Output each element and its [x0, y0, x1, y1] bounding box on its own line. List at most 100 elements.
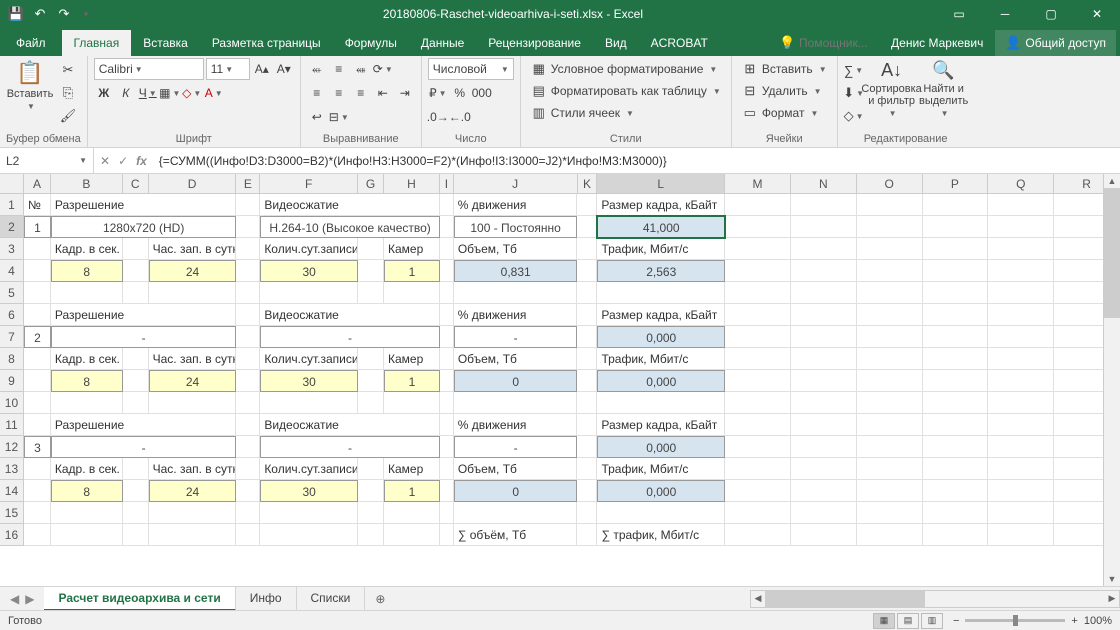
- row-header[interactable]: 7: [0, 326, 24, 348]
- cell[interactable]: [988, 392, 1054, 414]
- cell[interactable]: 2,563: [597, 260, 725, 282]
- cell[interactable]: [236, 458, 260, 480]
- page-break-view-icon[interactable]: ▥: [921, 613, 943, 629]
- col-header[interactable]: M: [725, 174, 791, 193]
- cell[interactable]: [923, 436, 989, 458]
- cell[interactable]: H.264-10 (Высокое качество): [260, 216, 439, 238]
- select-all-corner[interactable]: [0, 174, 24, 194]
- cell[interactable]: [384, 502, 440, 524]
- cell[interactable]: [791, 524, 857, 546]
- cell[interactable]: [791, 502, 857, 524]
- cell[interactable]: [791, 260, 857, 282]
- cell[interactable]: [725, 348, 791, 370]
- cell[interactable]: [988, 370, 1054, 392]
- cell[interactable]: [236, 326, 260, 348]
- cell[interactable]: [791, 216, 857, 238]
- cell[interactable]: -: [454, 326, 578, 348]
- cell[interactable]: [577, 502, 597, 524]
- cell[interactable]: [577, 436, 597, 458]
- cell[interactable]: [988, 348, 1054, 370]
- cell[interactable]: -: [51, 436, 236, 458]
- indent-decrease-icon[interactable]: ⇤: [373, 82, 393, 104]
- tab-data[interactable]: Данные: [409, 30, 476, 56]
- col-header[interactable]: H: [384, 174, 440, 193]
- cell[interactable]: [857, 326, 923, 348]
- cell[interactable]: Час. зап. в сутки: [149, 238, 237, 260]
- cell[interactable]: [988, 524, 1054, 546]
- cell[interactable]: Видеосжатие: [260, 194, 439, 216]
- cell[interactable]: 0,000: [597, 436, 725, 458]
- cell[interactable]: [857, 216, 923, 238]
- row-header[interactable]: 14: [0, 480, 24, 502]
- cell[interactable]: [236, 216, 260, 238]
- cell[interactable]: 1: [384, 260, 440, 282]
- cell[interactable]: [358, 260, 384, 282]
- cell[interactable]: [149, 282, 237, 304]
- cell[interactable]: [51, 502, 123, 524]
- cell[interactable]: 100 - Постоянно: [454, 216, 578, 238]
- enter-icon[interactable]: ✓: [118, 154, 128, 168]
- cell[interactable]: [24, 414, 51, 436]
- cell[interactable]: [923, 502, 989, 524]
- cell[interactable]: [260, 524, 358, 546]
- cell[interactable]: 24: [149, 370, 237, 392]
- indent-increase-icon[interactable]: ⇥: [395, 82, 415, 104]
- font-color-icon[interactable]: A▼: [204, 82, 224, 104]
- cell[interactable]: [577, 392, 597, 414]
- cell[interactable]: [923, 326, 989, 348]
- cut-icon[interactable]: ✂: [58, 60, 78, 80]
- cell[interactable]: [123, 480, 149, 502]
- cell[interactable]: [454, 502, 578, 524]
- cell[interactable]: [24, 348, 51, 370]
- tab-review[interactable]: Рецензирование: [476, 30, 593, 56]
- cell[interactable]: [791, 238, 857, 260]
- cell[interactable]: [725, 326, 791, 348]
- wrap-text-icon[interactable]: ↩: [307, 106, 327, 128]
- cell[interactable]: 3: [24, 436, 51, 458]
- cell[interactable]: [577, 480, 597, 502]
- cell[interactable]: Видеосжатие: [260, 304, 439, 326]
- cell[interactable]: [923, 348, 989, 370]
- cell[interactable]: Размер кадра, кБайт: [597, 414, 725, 436]
- cell[interactable]: Колич.сут.записи: [260, 348, 358, 370]
- cell[interactable]: 2: [24, 326, 51, 348]
- cell[interactable]: [725, 282, 791, 304]
- cell[interactable]: Объем, Тб: [454, 348, 578, 370]
- cell[interactable]: [149, 502, 237, 524]
- row-header[interactable]: 13: [0, 458, 24, 480]
- cell-styles-button[interactable]: ▥Стили ячеек▼: [527, 102, 638, 124]
- cell[interactable]: Колич.сут.записи: [260, 458, 358, 480]
- formula-input[interactable]: {=СУММ((Инфо!D3:D3000=B2)*(Инфо!H3:H3000…: [153, 154, 1120, 168]
- cell[interactable]: [988, 282, 1054, 304]
- cell[interactable]: [577, 326, 597, 348]
- cell[interactable]: [791, 480, 857, 502]
- cell[interactable]: [358, 282, 384, 304]
- col-header[interactable]: J: [454, 174, 578, 193]
- border-icon[interactable]: ▦▼: [160, 82, 180, 104]
- delete-cells-button[interactable]: ⊟Удалить▼: [738, 80, 826, 102]
- shrink-font-icon[interactable]: A▾: [274, 58, 294, 80]
- tab-view[interactable]: Вид: [593, 30, 639, 56]
- cell[interactable]: [923, 194, 989, 216]
- cell[interactable]: Кадр. в сек.: [51, 458, 123, 480]
- sheet-nav-prev-icon[interactable]: ◀: [10, 592, 19, 606]
- row-header[interactable]: 5: [0, 282, 24, 304]
- cell[interactable]: [440, 370, 454, 392]
- cell[interactable]: [791, 194, 857, 216]
- cell[interactable]: [857, 480, 923, 502]
- cell[interactable]: [260, 392, 358, 414]
- cell[interactable]: [791, 392, 857, 414]
- cell[interactable]: [988, 216, 1054, 238]
- row-header[interactable]: 8: [0, 348, 24, 370]
- cell[interactable]: [123, 238, 149, 260]
- cell[interactable]: Видеосжатие: [260, 414, 439, 436]
- scroll-down-icon[interactable]: ▼: [1104, 572, 1120, 586]
- tab-layout[interactable]: Разметка страницы: [200, 30, 333, 56]
- cell[interactable]: [24, 370, 51, 392]
- cell[interactable]: [24, 524, 51, 546]
- cell[interactable]: [791, 370, 857, 392]
- cell[interactable]: [988, 502, 1054, 524]
- scroll-up-icon[interactable]: ▲: [1104, 174, 1120, 188]
- cell[interactable]: [725, 216, 791, 238]
- fx-icon[interactable]: fx: [136, 154, 147, 168]
